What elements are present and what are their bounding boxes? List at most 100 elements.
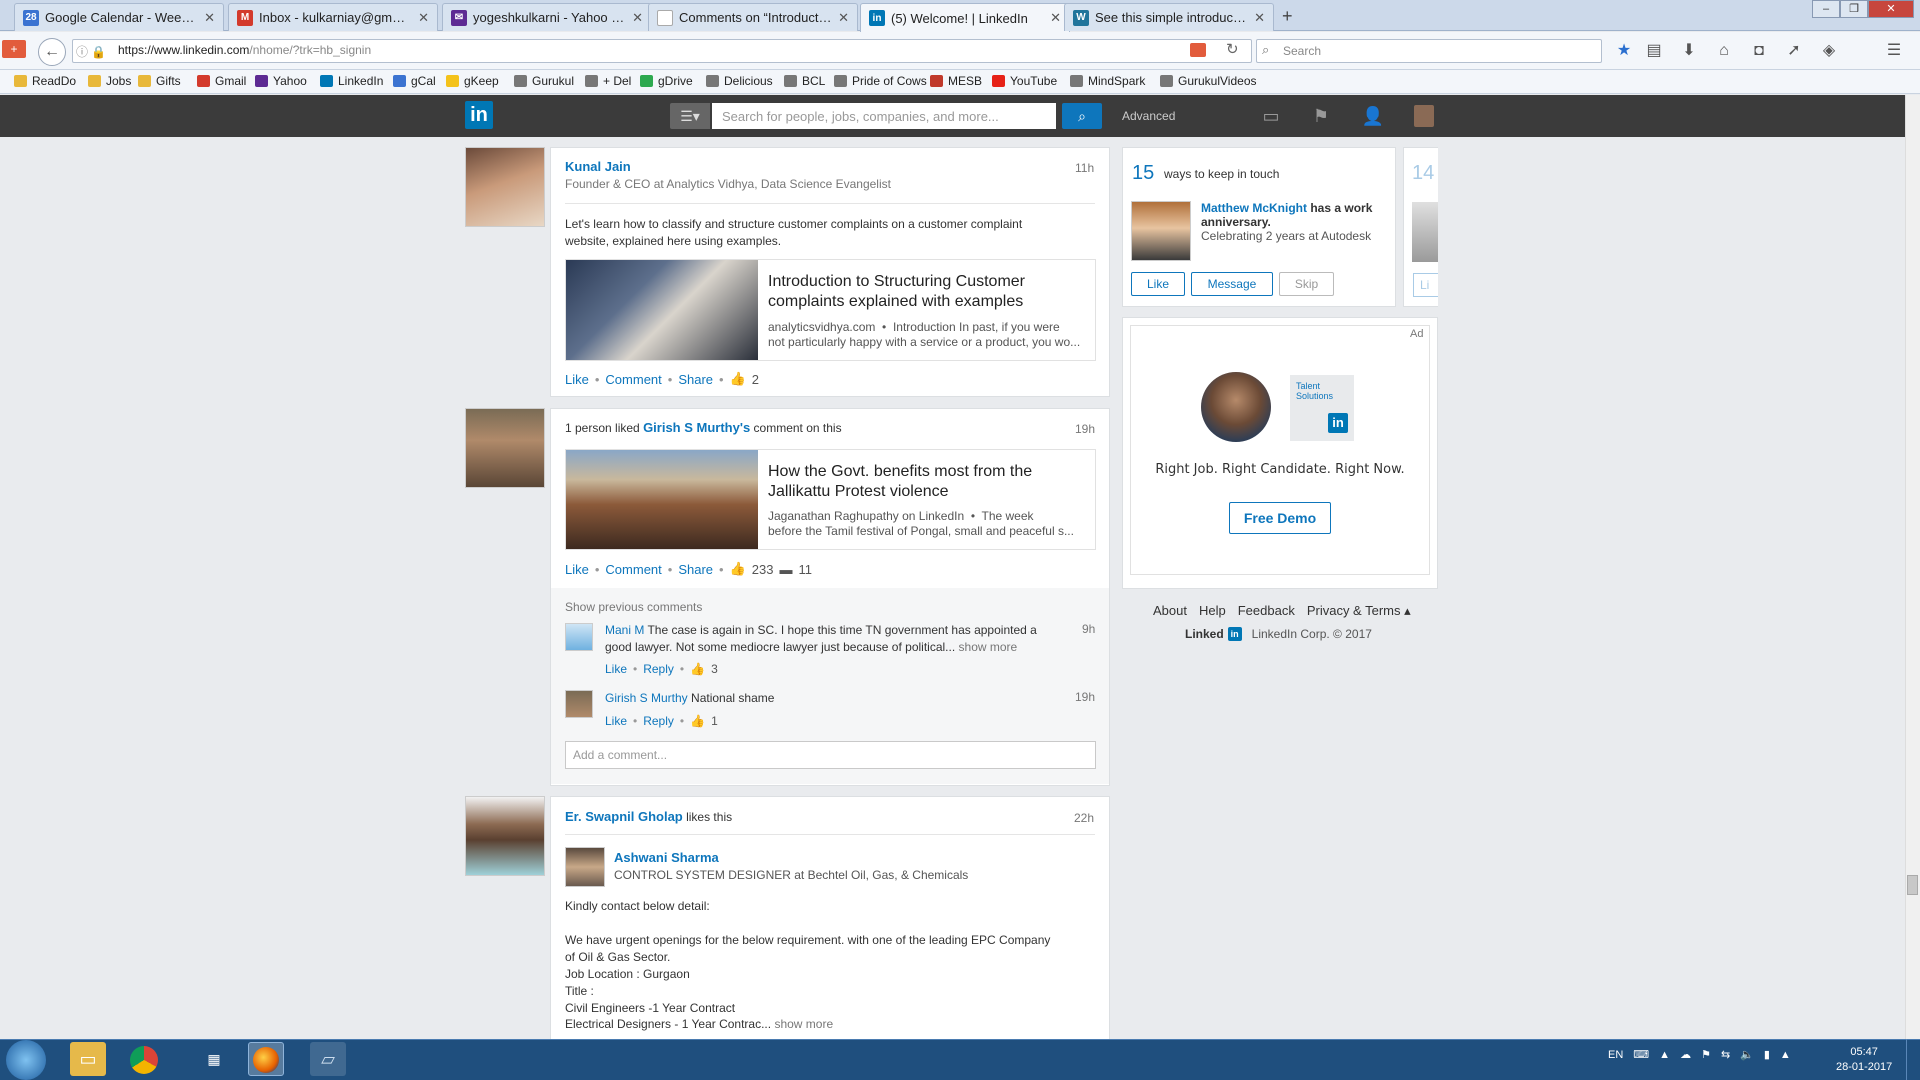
reply-button[interactable]: Reply [643,662,674,676]
apps-grid-icon[interactable]: ▦ [196,1042,232,1076]
like-button[interactable]: Like [1131,272,1185,296]
pocket-icon[interactable]: ◘ [1748,40,1770,62]
close-tab-icon[interactable]: ✕ [1254,10,1265,26]
bookmark-item[interactable]: Gmail [197,74,246,88]
message-button[interactable]: Message [1191,272,1273,296]
bookmark-item[interactable]: Gifts [138,74,181,88]
likes-count[interactable]: 1 [711,714,718,728]
bookmark-star-icon[interactable]: ★ [1613,40,1635,62]
close-tab-icon[interactable]: ✕ [1050,10,1061,26]
sync-icon[interactable]: ➚ [1783,40,1805,62]
likes-count[interactable]: 3 [711,662,718,676]
page-scrollbar[interactable] [1905,95,1920,1039]
browser-tab[interactable]: ✉ yogeshkulkarni - Yahoo Mail ✕ [442,3,652,31]
article-title[interactable]: complaints explained with examples [768,292,1023,312]
share-button[interactable]: Share [678,372,713,387]
footer-help-link[interactable]: Help [1199,603,1226,619]
profile-avatar[interactable] [1414,105,1434,127]
close-tab-icon[interactable]: ✕ [418,10,429,26]
hamburger-menu-icon[interactable]: ☰ [1883,40,1905,62]
show-more-link[interactable]: show more [774,1017,833,1031]
scrollbar-thumb[interactable] [1907,875,1918,895]
commenter-name[interactable]: Mani M [605,623,644,637]
post-author[interactable]: Kunal Jain [565,159,631,174]
network-icon[interactable]: ⇆ [1721,1048,1730,1061]
bookmark-item[interactable]: Jobs [88,74,131,88]
article-title[interactable]: How the Govt. benefits most from the [768,462,1032,482]
taskbar-clock[interactable]: 05:47 28-01-2017 [1836,1045,1892,1075]
addon-badge-icon[interactable] [1190,43,1206,57]
bookmark-item[interactable]: BCL [784,74,825,88]
footer-about-link[interactable]: About [1153,603,1187,619]
skip-button[interactable]: Skip [1279,272,1334,296]
share-button[interactable]: Share [678,562,713,577]
show-more-link[interactable]: show more [959,640,1018,654]
post-author[interactable]: Ashwani Sharma [614,850,719,865]
home-icon[interactable]: ⌂ [1713,40,1735,62]
bookmark-item[interactable]: Delicious [706,74,773,88]
restore-button[interactable]: ❐ [1840,0,1868,18]
show-hidden-icons[interactable]: ▲ [1659,1049,1670,1061]
chrome-icon[interactable] [130,1046,158,1074]
bookmark-item[interactable]: + Del [585,74,631,88]
bookmark-item[interactable]: gDrive [640,74,693,88]
file-explorer-icon[interactable]: ▭ [70,1042,106,1076]
close-window-button[interactable]: ✕ [1868,0,1914,18]
bookmark-item[interactable]: Gurukul [514,74,574,88]
commenter-name[interactable]: Girish S Murthy [605,691,688,705]
like-button[interactable]: Like [605,662,627,676]
swapnil-gholap-avatar[interactable] [465,796,545,876]
reply-button[interactable]: Reply [643,714,674,728]
keyboard-icon[interactable]: ⌨ [1633,1048,1649,1061]
notepad-icon[interactable]: ▱ [310,1042,346,1076]
like-button[interactable]: Like [565,372,589,387]
linkedin-search-input[interactable]: Search for people, jobs, companies, and … [712,103,1056,129]
free-demo-button[interactable]: Free Demo [1229,502,1331,534]
article-title[interactable]: Introduction to Structuring Customer [768,272,1025,292]
likes-count[interactable]: 233 [752,562,774,577]
notifications-flag-icon[interactable]: ⚑ [1309,105,1333,127]
shared-article[interactable]: Introduction to Structuring Customer com… [565,259,1096,361]
like-button[interactable]: Like [605,714,627,728]
comments-count[interactable]: 11 [799,562,813,577]
close-tab-icon[interactable]: ✕ [632,10,643,26]
ashwani-sharma-avatar[interactable] [565,847,605,887]
activity-person-link[interactable]: Girish S Murthy's [643,420,750,435]
cloud-icon[interactable]: ☁ [1680,1048,1691,1061]
linkedin-logo-icon[interactable]: in [465,101,493,129]
browser-tab[interactable]: W See this simple introductio... ✕ [1064,3,1274,31]
ad-frame[interactable] [1130,325,1430,575]
add-comment-input[interactable]: Add a comment... [565,741,1096,769]
footer-feedback-link[interactable]: Feedback [1238,603,1295,619]
browser-search-input[interactable]: Search [1256,39,1602,63]
url-text[interactable]: https://www.linkedin.com/nhome/?trk=hb_s… [118,43,371,57]
browser-tab[interactable]: M Inbox - kulkarniay@gmail.... ✕ [228,3,438,31]
bookmark-item[interactable]: LinkedIn [320,74,383,88]
messages-icon[interactable]: ▭ [1259,105,1283,127]
power-icon[interactable]: ▮ [1764,1048,1770,1061]
site-info-icon[interactable]: ⓘ 🔒 [76,43,106,60]
likes-count[interactable]: 2 [752,372,759,387]
close-tab-icon[interactable]: ✕ [838,10,849,26]
browser-tab[interactable]: in (5) Welcome! | LinkedIn ✕ [860,3,1070,32]
next-card-peek[interactable]: 14 Li [1403,147,1438,307]
action-center-flag-icon[interactable]: ⚑ [1701,1048,1711,1061]
article-thumbnail[interactable] [566,260,758,360]
activity-person-link[interactable]: Er. Swapnil Gholap [565,809,683,824]
commenter-avatar[interactable] [565,623,593,651]
download-icon[interactable]: ⬇ [1678,40,1700,62]
close-tab-icon[interactable]: ✕ [204,10,215,26]
volume-icon[interactable]: 🔈 [1740,1048,1754,1061]
bookmark-item[interactable]: gCal [393,74,436,88]
browser-tab[interactable]: 28 Google Calendar - Week of... ✕ [14,3,224,31]
show-desktop-button[interactable] [1906,1039,1920,1080]
search-button[interactable]: ⌕ [1062,103,1102,129]
new-tab-button[interactable]: + [1282,6,1293,27]
bookmark-item[interactable]: Yahoo [255,74,307,88]
addon-icon[interactable]: ◈ [1818,40,1840,62]
commenter-avatar[interactable] [565,690,593,718]
drive-tray-icon[interactable]: ▲ [1780,1049,1791,1061]
bookmark-item[interactable]: gKeep [446,74,499,88]
start-button-icon[interactable] [6,1040,46,1080]
back-arrow-icon[interactable]: ← [38,38,66,66]
